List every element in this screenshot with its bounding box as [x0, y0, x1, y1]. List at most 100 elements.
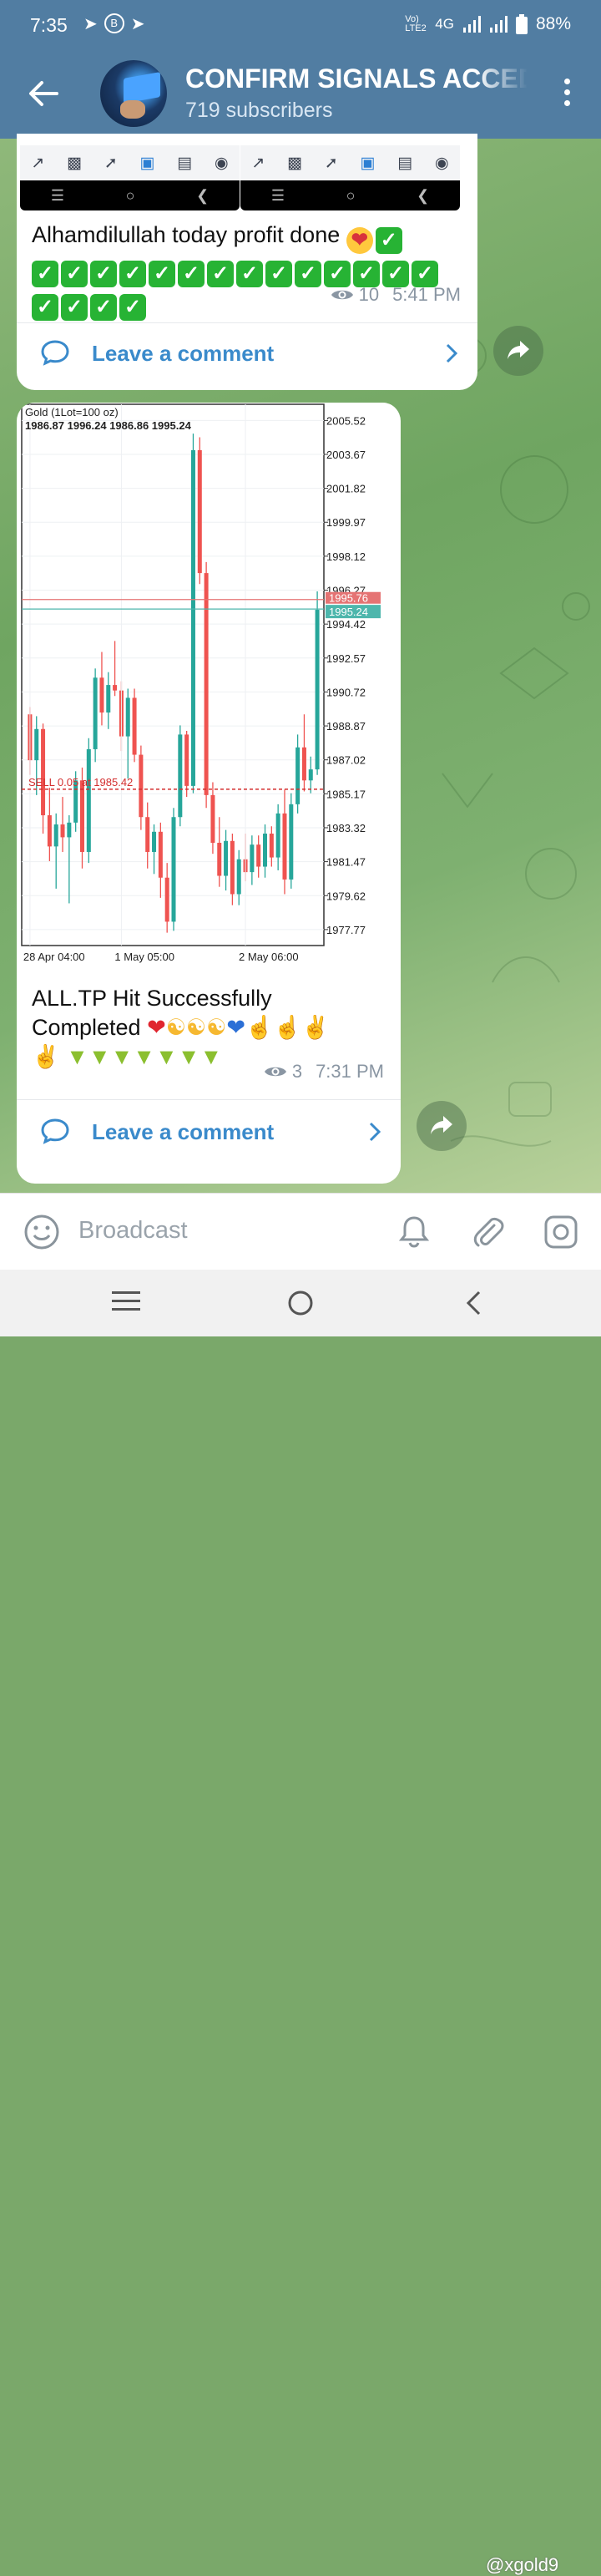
chevron-right-icon	[369, 1122, 381, 1142]
candle-body	[275, 813, 280, 858]
telegram-icon: ➤	[83, 15, 98, 33]
share-arrow-icon	[508, 341, 529, 359]
candle-body	[236, 859, 241, 895]
broadcast-bar: Broadcast	[0, 1193, 601, 1270]
recent-apps-icon[interactable]	[112, 1290, 140, 1313]
message-text: Alhamdilullah today profit done ❤ ✓ ✓ ✓ ✓ ✓ ✓…	[32, 221, 466, 321]
candle-body	[230, 840, 235, 895]
heart-eyes-emoji: ❤	[346, 227, 373, 254]
bell-icon[interactable]	[396, 1214, 432, 1250]
bid-price-label: 1995.24	[329, 606, 368, 618]
candle-body	[34, 728, 39, 761]
candle-body	[164, 877, 169, 922]
battery-level: 88%	[535, 14, 571, 33]
back-icon[interactable]	[464, 1290, 482, 1316]
message-bubble[interactable]: ↗ ▩ ➚ ▣ ▤ ◉ ☰ ○ ❮ ↗ ▩ ➚ ▣ ▤ ◉ ☰ ○ ❮ Alhamdilullah toda…	[17, 134, 477, 390]
screenshot-thumbnails[interactable]: ↗ ▩ ➚ ▣ ▤ ◉ ☰ ○ ❮ ↗ ▩ ➚ ▣ ▤ ◉ ☰ ○ ❮	[20, 134, 474, 214]
share-arrow-icon	[431, 1116, 452, 1134]
candle-body	[197, 449, 202, 574]
check-emoji-row: ✓ ✓ ✓ ✓ ✓ ✓ ✓ ✓ ✓ ✓ ✓ ✓ ✓ ✓	[32, 256, 441, 287]
candle-body	[301, 747, 306, 781]
view-count: 10	[358, 284, 380, 305]
share-button[interactable]	[417, 1101, 467, 1151]
candle-body	[171, 817, 176, 922]
candle-body	[139, 754, 144, 818]
share-button[interactable]	[493, 326, 543, 376]
candle-body	[204, 573, 209, 795]
chat-background: ↗ ▩ ➚ ▣ ▤ ◉ ☰ ○ ❮ ↗ ▩ ➚ ▣ ▤ ◉ ☰ ○ ❮ Alhamdilullah toda…	[0, 134, 601, 1193]
message-meta: 10 5:41 PM	[331, 284, 461, 306]
candle-body	[79, 780, 84, 852]
y-tick-label: 2001.82	[326, 483, 366, 495]
candle-body	[190, 449, 195, 786]
candle-body	[250, 844, 255, 873]
candlestick-chart: 2005.522003.672001.821999.971998.121996.…	[21, 403, 381, 963]
emoji-icon[interactable]	[23, 1214, 60, 1250]
candle-body	[47, 815, 52, 847]
battery-icon	[515, 14, 528, 34]
candle-body	[269, 834, 274, 858]
candle-body	[184, 734, 189, 786]
more-menu-icon[interactable]	[563, 79, 571, 109]
y-tick-label: 1994.42	[326, 618, 366, 631]
candle-body	[295, 747, 300, 804]
candle-body	[132, 697, 137, 755]
candle-body	[224, 840, 229, 876]
y-tick-label: 1990.72	[326, 686, 366, 698]
chart-title: Gold (1Lot=100 oz)	[25, 406, 119, 418]
candle-body	[60, 824, 65, 838]
y-tick-label: 1992.57	[326, 652, 366, 665]
back-arrow-icon[interactable]	[25, 75, 62, 112]
beginner-emoji-row: ▼▼▼▼▼▼▼	[66, 1044, 223, 1069]
screenshot-thumbnail[interactable]: ↗ ▩ ➚ ▣ ▤ ◉ ☰ ○ ❮	[20, 134, 240, 214]
muscle-emoji-row: ☯☯☯	[165, 1015, 227, 1040]
leave-comment-button[interactable]: Leave a comment	[17, 324, 477, 383]
order-line-label: SELL 0.05 at 1985.42	[28, 776, 133, 789]
candle-body	[41, 728, 46, 816]
gold-chart-image[interactable]: 2005.52 2003.67 2001.82 1999.97 1998.12 1996.…	[20, 403, 397, 971]
heart-emoji: ❤	[147, 1015, 166, 1040]
x-tick-label: 1 May 05:00	[114, 951, 174, 963]
candle-body	[106, 685, 111, 713]
leave-comment-button[interactable]: Leave a comment	[17, 1103, 401, 1161]
candle-body	[289, 804, 294, 880]
system-nav-bar: @xgold9	[0, 1270, 601, 2575]
candle-body	[152, 831, 157, 852]
candle-body	[93, 677, 98, 749]
blue-heart-emoji: ❤	[226, 1015, 245, 1040]
comment-icon	[41, 340, 69, 366]
x-tick-label: 2 May 06:00	[239, 951, 299, 963]
candle-body	[145, 817, 150, 852]
status-bar: 7:35 ➤ B ➤ Vo) LTE2 4G 88%	[0, 0, 601, 52]
candle-body	[256, 844, 261, 867]
subscriber-count: 719 subscribers	[185, 99, 333, 122]
candle-body	[86, 748, 91, 852]
attach-icon[interactable]	[469, 1214, 506, 1250]
camera-icon[interactable]	[543, 1214, 579, 1250]
comment-icon	[41, 1118, 69, 1144]
y-tick-label: 1985.17	[326, 788, 366, 800]
candle-body	[125, 697, 130, 737]
broadcast-input[interactable]: Broadcast	[78, 1217, 188, 1245]
home-icon[interactable]	[287, 1290, 314, 1316]
eye-icon	[264, 1067, 286, 1077]
candle-body	[308, 769, 313, 781]
notification-icons: ➤ B ➤	[83, 13, 145, 34]
channel-header: CONFIRM SIGNALS ACCEDED 719 subscribers	[0, 52, 601, 139]
message-text: ALL.TP Hit Successfully Completed ❤☯☯☯❤☝…	[32, 986, 330, 1069]
thumbs-up-emoji-row: ☝☝	[245, 1015, 302, 1040]
channel-title[interactable]: CONFIRM SIGNALS ACCEDED	[185, 63, 528, 94]
channel-avatar[interactable]	[100, 60, 167, 127]
signal-icon	[489, 16, 508, 33]
message-bubble[interactable]: 2005.52 2003.67 2001.82 1999.97 1998.12 1996.…	[17, 403, 401, 1184]
candle-body	[210, 794, 215, 843]
y-tick-label: 1981.47	[326, 856, 366, 869]
y-tick-label: 1999.97	[326, 516, 366, 529]
y-tick-label: 2003.67	[326, 449, 366, 461]
eye-icon	[331, 290, 353, 300]
candle-body	[113, 685, 118, 691]
status-time: 7:35	[30, 14, 68, 36]
ohlc-values: 1986.87 1996.24 1986.86 1995.24	[25, 419, 192, 432]
screenshot-thumbnail[interactable]: ↗ ▩ ➚ ▣ ▤ ◉ ☰ ○ ❮	[240, 134, 460, 214]
candle-body	[282, 813, 287, 880]
